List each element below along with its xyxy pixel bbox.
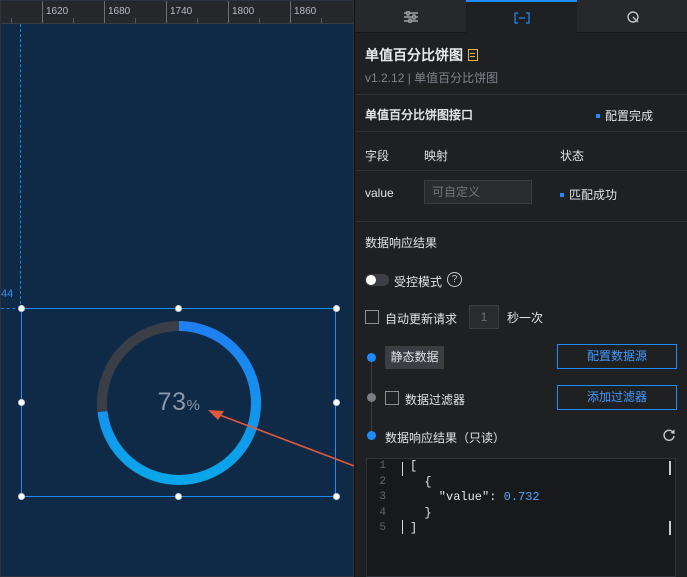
document-icon[interactable] <box>468 49 478 61</box>
add-filter-button[interactable]: 添加过滤器 <box>557 385 677 410</box>
line-number: 1 <box>379 460 386 472</box>
code-line: "value": 0.732 <box>410 490 540 506</box>
panel-tab-bar <box>355 0 687 33</box>
timeline-dot-active <box>367 431 376 440</box>
filter-checkbox[interactable] <box>385 391 399 405</box>
code-scrollbar[interactable] <box>669 521 671 535</box>
divider <box>355 94 687 95</box>
code-value: 0.732 <box>503 490 540 504</box>
interaction-icon <box>626 10 639 23</box>
code-line: ] <box>410 521 418 535</box>
sliders-icon <box>403 10 418 23</box>
editor-canvas[interactable]: 1620 1680 1740 1800 1860 44 73% <box>0 0 354 577</box>
code-line: [ <box>410 459 418 473</box>
component-title-text: 单值百分比饼图 <box>365 47 463 63</box>
percent-pie-svg <box>97 321 261 485</box>
configure-datasource-button[interactable]: 配置数据源 <box>557 344 677 369</box>
line-number: 5 <box>379 522 386 534</box>
pie-value-number: 73 <box>157 388 187 416</box>
divider <box>355 170 687 171</box>
response-result-label: 数据响应结果（只读） <box>385 431 506 445</box>
code-key: "value": <box>410 490 504 504</box>
code-scrollbar[interactable] <box>669 461 671 475</box>
tab-data[interactable] <box>466 0 577 33</box>
interval-unit: 秒一次 <box>507 311 544 325</box>
code-gutter: 1 2 3 4 5 <box>367 459 391 576</box>
match-status: 匹配成功 <box>560 186 617 203</box>
timeline-dot <box>367 393 376 402</box>
filter-label: 数据过滤器 <box>405 393 466 407</box>
divider <box>355 221 687 222</box>
status-dot-icon <box>596 114 600 118</box>
api-status-text: 配置完成 <box>605 109 654 123</box>
code-line: } <box>410 505 432 520</box>
mapping-input[interactable] <box>424 180 532 204</box>
pie-value-label: 73% <box>1 388 353 417</box>
status-dot-icon <box>560 193 564 197</box>
component-title: 单值百分比饼图 <box>365 45 478 65</box>
api-status: 配置完成 <box>596 107 653 124</box>
header-field: 字段 <box>365 149 390 163</box>
line-number: 4 <box>379 506 386 519</box>
static-data-tag[interactable]: 静态数据 <box>385 346 444 369</box>
tab-style[interactable] <box>355 0 466 33</box>
pie-value-unit: % <box>186 397 201 414</box>
header-status: 状态 <box>560 149 585 163</box>
auto-update-label: 自动更新请求 <box>385 312 458 326</box>
json-code-viewer[interactable]: 1 2 3 4 5 [ { "value": 0.732 } ] <box>366 458 676 577</box>
controlled-mode-label: 受控模式 <box>394 275 443 289</box>
timeline-dot-active <box>367 353 376 362</box>
auto-update-checkbox[interactable] <box>365 310 379 324</box>
interval-input[interactable]: 1 <box>469 305 499 329</box>
refresh-icon[interactable] <box>662 428 676 442</box>
divider <box>355 131 687 132</box>
code-lines: [ { "value": 0.732 } ] <box>410 459 540 537</box>
api-title: 单值百分比饼图接口 <box>365 108 474 122</box>
field-name-value: value <box>365 186 394 200</box>
bracket-match-marker <box>402 462 403 476</box>
bracket-match-marker <box>402 520 403 534</box>
tab-interaction[interactable] <box>577 0 687 33</box>
line-number: 3 <box>379 491 386 503</box>
match-status-text: 匹配成功 <box>569 188 618 202</box>
line-number: 2 <box>379 475 386 488</box>
help-icon[interactable]: ? <box>447 272 462 287</box>
controlled-mode-toggle[interactable] <box>365 274 389 286</box>
code-line: { <box>410 474 432 489</box>
response-section-title: 数据响应结果 <box>365 236 438 250</box>
data-bracket-icon <box>513 11 530 24</box>
config-panel: 单值百分比饼图 v1.2.12 | 单值百分比饼图 单值百分比饼图接口 配置完成… <box>354 0 687 577</box>
component-version: v1.2.12 | 单值百分比饼图 <box>365 71 499 85</box>
header-mapping: 映射 <box>424 149 449 163</box>
